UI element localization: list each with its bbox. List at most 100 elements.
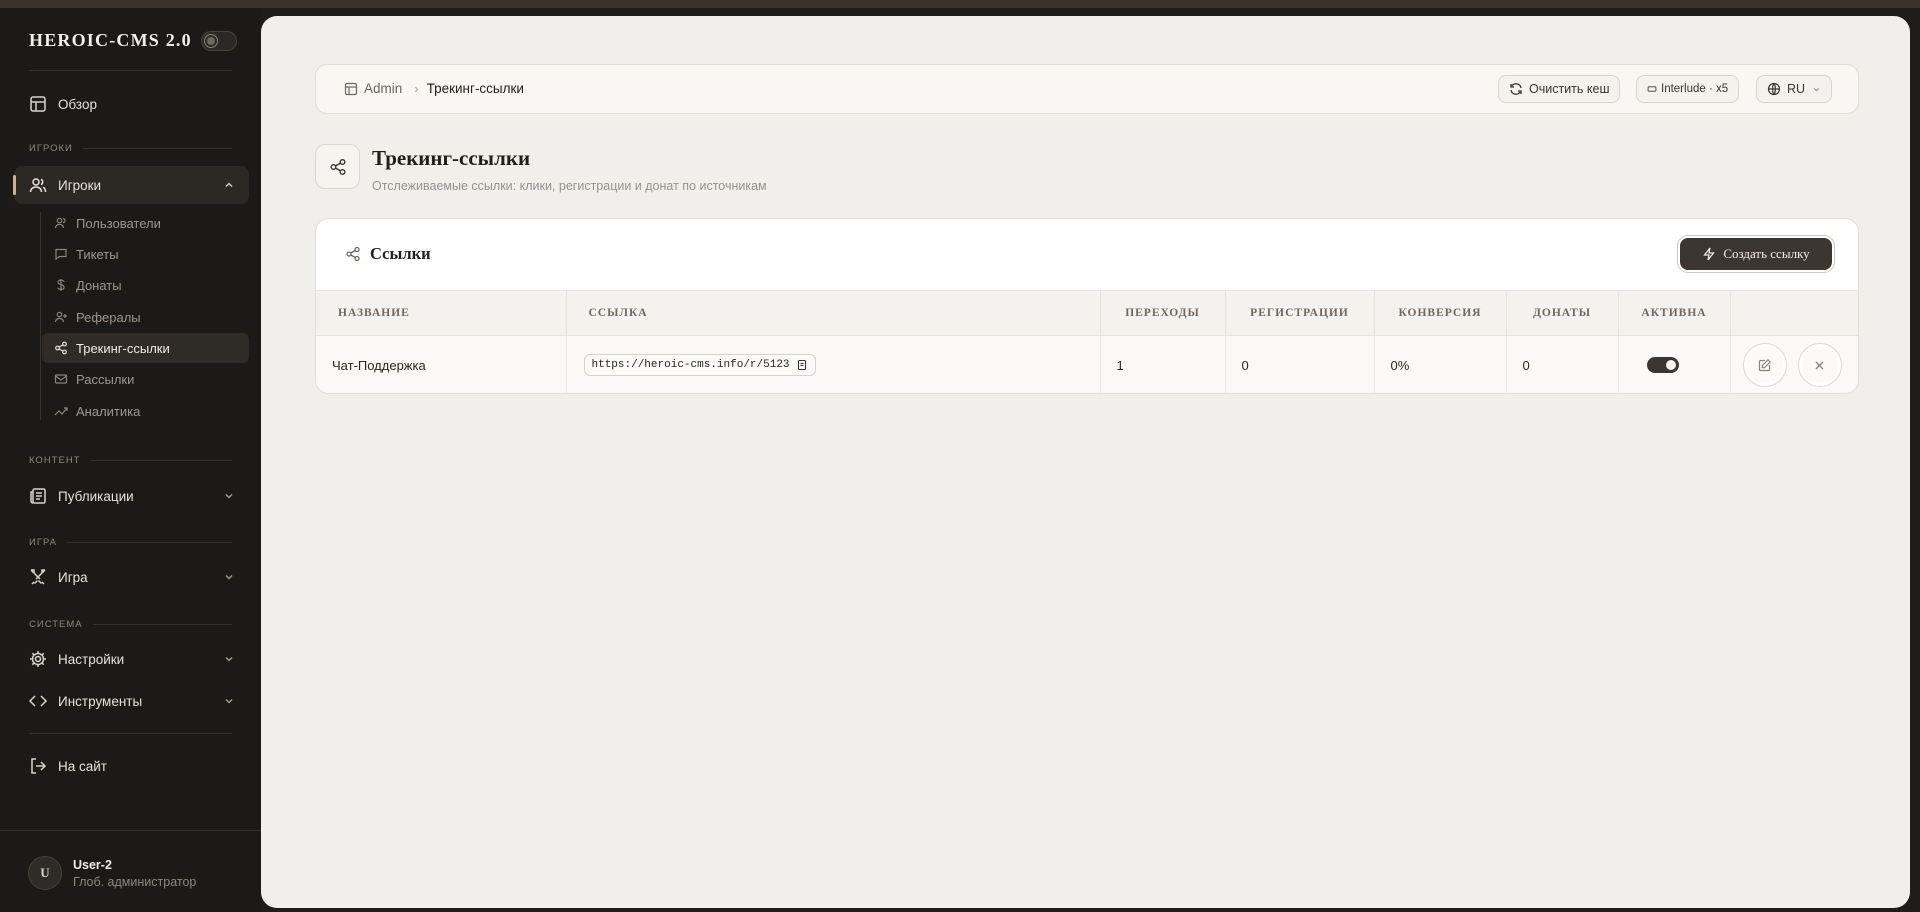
section-system: СИСТЕМА: [29, 619, 232, 630]
language-selector[interactable]: RU: [1756, 75, 1833, 103]
sidebar-item-tracking-links[interactable]: Трекинг-ссылки: [42, 333, 249, 363]
sidebar-item-analytics[interactable]: Аналитика: [42, 396, 249, 426]
card-title: Ссылки: [370, 244, 431, 263]
section-content-label: КОНТЕНТ: [29, 455, 81, 466]
links-table: НАЗВАНИЕ ССЫЛКА ПЕРЕХОДЫ РЕГИСТРАЦИИ КОН…: [316, 290, 1858, 394]
user-plus-icon: [54, 311, 67, 323]
user-name: User-2: [73, 857, 112, 872]
sidebar-item-label: Донаты: [76, 277, 122, 293]
nav-game[interactable]: Игра: [14, 558, 249, 596]
chevron-down-icon: [225, 574, 233, 580]
section-game: ИГРА: [29, 537, 232, 548]
sidebar-item-referrals[interactable]: Рефералы: [42, 302, 249, 332]
avatar: U: [28, 856, 62, 890]
mail-icon: [54, 374, 68, 384]
code-icon: [28, 695, 48, 707]
server-badge[interactable]: Interlude · x5: [1636, 75, 1740, 103]
divider: [29, 70, 232, 71]
sidebar-item-mailings[interactable]: Рассылки: [42, 364, 249, 394]
sidebar-item-tickets[interactable]: Тикеты: [42, 239, 249, 269]
main-panel: Admin › Трекинг-ссылки Очистить кеш Inte…: [261, 16, 1910, 908]
link-chip[interactable]: https://heroic-cms.info/r/5123: [583, 354, 816, 377]
clear-cache-button[interactable]: Очистить кеш: [1498, 75, 1621, 103]
nav-players[interactable]: Игроки: [13, 166, 249, 204]
brand: HEROIC-CMS 2.0: [29, 30, 237, 51]
breadcrumb-separator: ›: [414, 81, 419, 96]
column-header-link[interactable]: ССЫЛКА: [566, 290, 1101, 336]
table-row: Чат-Поддержка https://heroic-cms.info/r/…: [316, 335, 1858, 394]
cell-donations: 0: [1506, 335, 1619, 393]
copy-icon[interactable]: [796, 359, 808, 371]
nav-publications[interactable]: Публикации: [14, 477, 249, 515]
close-icon: [1815, 361, 1824, 370]
column-header-clicks[interactable]: ПЕРЕХОДЫ: [1100, 290, 1226, 336]
swords-icon: [30, 569, 46, 585]
page-title: Трекинг-ссылки: [372, 146, 531, 170]
column-header-conversion[interactable]: КОНВЕРСИЯ: [1374, 290, 1507, 336]
active-toggle[interactable]: [1646, 357, 1679, 374]
section-content: КОНТЕНТ: [29, 455, 232, 466]
cell-link: https://heroic-cms.info/r/5123: [566, 335, 1101, 393]
nav-to-site[interactable]: На сайт: [14, 747, 249, 785]
cell-name: Чат-Поддержка: [316, 335, 567, 393]
divider: [29, 733, 232, 734]
share-icon: [346, 246, 360, 262]
gear-icon: [30, 651, 46, 667]
section-game-label: ИГРА: [29, 537, 58, 548]
server-label: Interlude · x5: [1661, 83, 1729, 95]
nav-players-label: Игроки: [58, 177, 102, 193]
sidebar-item-donations[interactable]: Донаты: [42, 270, 249, 300]
user-block[interactable]: U User-2 Глоб. администратор: [28, 856, 196, 890]
message-icon: [55, 248, 67, 261]
sidebar-item-label: Пользователи: [76, 215, 161, 231]
nav-overview[interactable]: Обзор: [14, 85, 249, 123]
section-players-label: ИГРОКИ: [29, 143, 73, 154]
link-url: https://heroic-cms.info/r/5123: [591, 359, 790, 372]
theme-toggle-knob: [204, 34, 217, 47]
divider: [0, 830, 261, 831]
page-icon: [315, 144, 360, 189]
section-line: [67, 542, 232, 543]
cell-active: [1618, 335, 1731, 393]
window-top-strip: [0, 0, 1920, 8]
language-label: RU: [1787, 82, 1806, 96]
sidebar-item-label: Аналитика: [76, 403, 141, 419]
nav-settings-label: Настройки: [58, 651, 125, 667]
user-role: Глоб. администратор: [73, 874, 197, 889]
column-header-donations[interactable]: ДОНАТЫ: [1506, 290, 1619, 336]
cell-actions: [1730, 336, 1858, 394]
dollar-icon: [57, 279, 65, 291]
breadcrumb-root[interactable]: Admin: [364, 81, 402, 96]
edit-button[interactable]: [1742, 343, 1787, 388]
nav-settings[interactable]: Настройки: [14, 640, 249, 678]
layout-icon: [30, 96, 46, 112]
newspaper-icon: [30, 488, 46, 504]
create-link-button[interactable]: Создать ссылку: [1680, 238, 1832, 270]
globe-icon: [1767, 82, 1781, 96]
sidebar-item-label: Рассылки: [76, 371, 135, 387]
column-header-active[interactable]: АКТИВНА: [1618, 290, 1731, 336]
delete-button[interactable]: [1797, 343, 1842, 388]
column-header-registrations[interactable]: РЕГИСТРАЦИИ: [1225, 290, 1375, 336]
sidebar-item-label: Рефералы: [76, 309, 141, 325]
tag-icon: [1647, 86, 1657, 92]
topbar: Admin › Трекинг-ссылки Очистить кеш Inte…: [315, 64, 1859, 114]
section-line: [82, 148, 232, 149]
section-line: [92, 624, 232, 625]
chevron-down-icon: [225, 493, 233, 499]
sidebar-item-users[interactable]: Пользователи: [42, 208, 249, 238]
chevron-down-icon: [225, 698, 233, 704]
cell-clicks: 1: [1100, 335, 1226, 393]
column-header-name[interactable]: НАЗВАНИЕ: [316, 290, 567, 336]
chevron-down-icon: [1813, 87, 1820, 91]
theme-toggle[interactable]: [200, 30, 237, 51]
trending-icon: [54, 407, 68, 416]
page-subtitle: Отслеживаемые ссылки: клики, регистрации…: [372, 179, 767, 193]
brand-title: HEROIC-CMS 2.0: [29, 30, 192, 50]
sidebar-item-label: Трекинг-ссылки: [76, 340, 170, 356]
breadcrumb: Admin › Трекинг-ссылки: [344, 81, 524, 96]
users-icon: [29, 178, 47, 193]
share-icon: [55, 341, 67, 355]
nav-tools[interactable]: Инструменты: [14, 682, 249, 720]
page-header: Трекинг-ссылки Отслеживаемые ссылки: кли…: [315, 144, 767, 193]
